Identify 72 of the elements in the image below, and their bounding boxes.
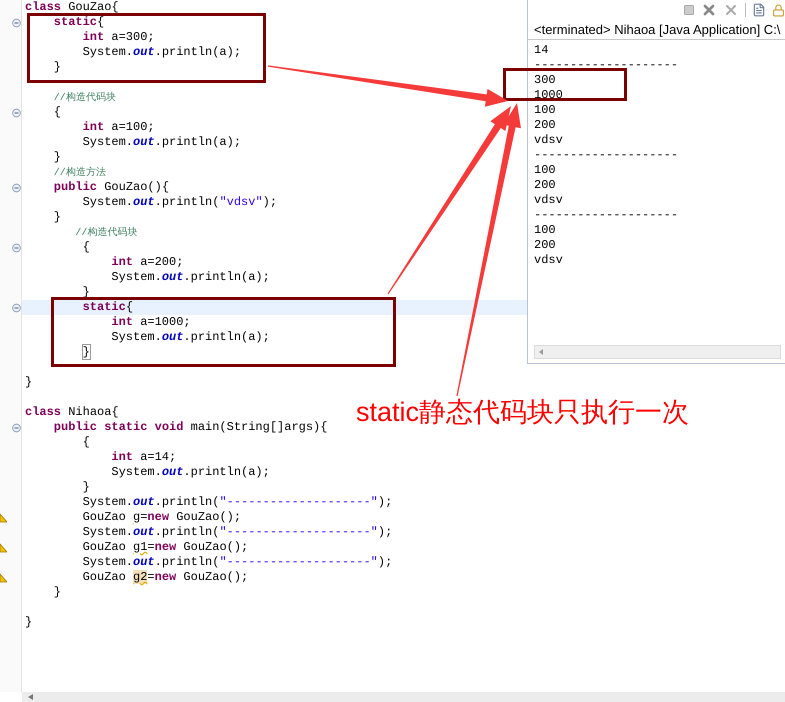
code-line: } [25, 615, 32, 630]
console-output-line: 14 [534, 43, 548, 58]
document-icon[interactable] [752, 3, 766, 17]
lock-icon[interactable] [772, 4, 785, 16]
annotation-caption: static静态代码块只执行一次 [356, 396, 690, 429]
code-line: } [54, 60, 61, 75]
console-output-line: vdsv [534, 133, 563, 148]
console-output-line: -------------------- [534, 148, 678, 163]
fold-toggle-icon[interactable] [12, 242, 21, 252]
code-line: System.out.println(a); [111, 465, 270, 480]
code-line: //构造代码块 [75, 226, 138, 240]
code-line: System.out.println(a); [82, 45, 242, 60]
console-output-line: -------------------- [534, 58, 678, 73]
code-line: int a=200; [111, 255, 184, 270]
console-output-line: -------------------- [534, 208, 678, 223]
warning-icon [0, 512, 7, 522]
fold-toggle-icon[interactable] [12, 182, 21, 192]
code-line: static{ [54, 15, 104, 30]
fold-toggle-icon[interactable] [12, 302, 21, 312]
code-line: public static void main(String[]args){ [54, 420, 328, 435]
warning-icon [0, 572, 7, 582]
code-line: } [25, 375, 32, 390]
code-line: System.out.println("vdsv"); [82, 195, 278, 210]
console-output-line: 100 [534, 223, 556, 238]
code-line: { [82, 435, 90, 450]
warning-icon [0, 542, 7, 552]
fold-toggle-icon[interactable] [12, 108, 21, 118]
console-output-line: 100 [534, 103, 556, 118]
console-output-line: 100 [534, 163, 556, 178]
code-line: System.out.println(a); [82, 135, 242, 150]
console-header: <terminated> Nihaoa [Java Application] C:\ [528, 20, 785, 40]
code-line: int a=100; [82, 120, 155, 135]
console-output-line: vdsv [534, 253, 563, 268]
code-line: int a=1000; [111, 315, 191, 330]
scroll-left-arrow-icon[interactable] [28, 694, 33, 700]
code-line: System.out.println("--------------------"); [82, 495, 392, 510]
code-line: class Nihaoa{ [25, 405, 119, 420]
code-line: } [54, 150, 61, 165]
stop-icon[interactable] [683, 4, 695, 16]
remove-launch-icon[interactable] [701, 2, 717, 18]
code-line: int a=300; [82, 30, 155, 45]
console-scrollbar[interactable] [534, 345, 781, 359]
code-line: System.out.println("--------------------"); [82, 525, 392, 540]
code-line: System.out.println(a); [111, 330, 270, 345]
console-output-line: 1000 [534, 88, 563, 103]
code-line: } [54, 210, 61, 225]
remove-all-icon[interactable] [723, 2, 739, 18]
code-line: } [54, 585, 61, 600]
console-output-line: vdsv [534, 193, 563, 208]
code-line: GouZao g=new GouZao(); [82, 510, 242, 525]
code-line: } [82, 480, 90, 495]
code-line: { [54, 105, 61, 120]
console-output-line: 200 [534, 118, 556, 133]
code-line: System.out.println(a); [111, 270, 270, 285]
code-line: int a=14; [111, 450, 176, 465]
console-output-line: 300 [534, 73, 556, 88]
fold-toggle-icon[interactable] [12, 422, 21, 432]
code-line: { [82, 240, 90, 255]
scroll-left-arrow-icon[interactable] [539, 349, 543, 355]
console-output-line: 200 [534, 238, 556, 253]
code-line: GouZao g1=new GouZao(); [82, 540, 248, 555]
horizontal-scrollbar[interactable] [22, 692, 785, 702]
code-line: static{ [82, 300, 134, 315]
code-line: System.out.println("--------------------"); [82, 555, 392, 570]
console-output-line: 200 [534, 178, 556, 193]
code-line: class GouZao{ [25, 0, 119, 15]
code-line: GouZao g2=new GouZao(); [82, 570, 248, 585]
fold-toggle-icon[interactable] [12, 18, 21, 28]
code-line: } [82, 345, 90, 360]
code-line: public GouZao(){ [54, 180, 170, 195]
code-line: //构造方法 [54, 166, 106, 180]
code-line: //构造代码块 [54, 90, 116, 105]
